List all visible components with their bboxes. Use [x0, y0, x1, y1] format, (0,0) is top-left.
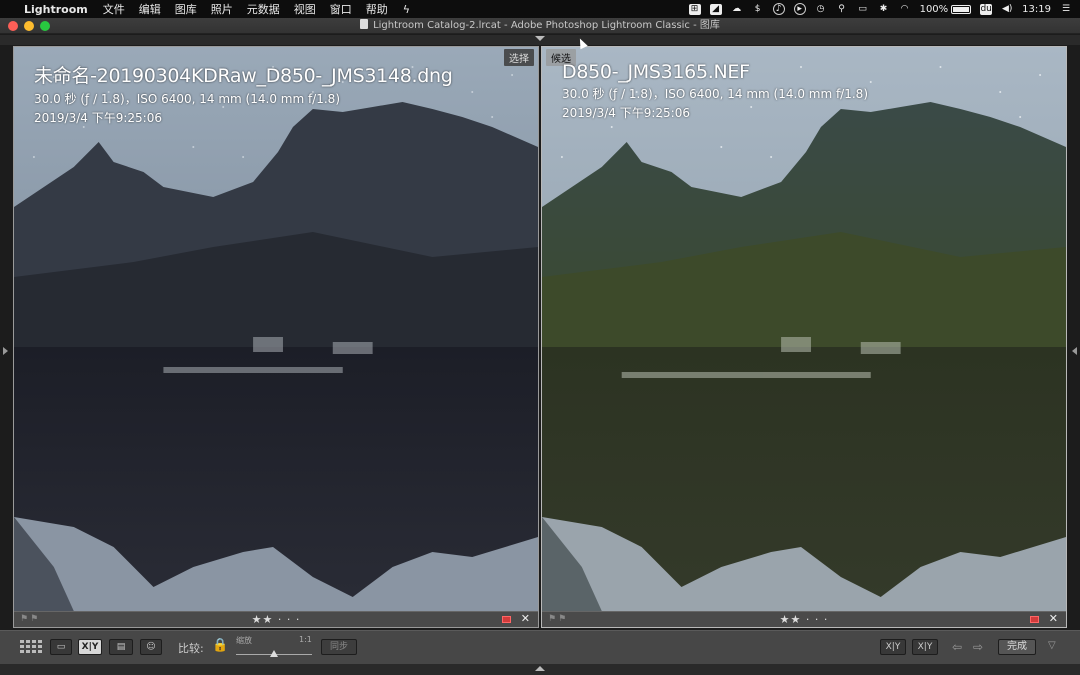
app-icon[interactable]: ◢ [709, 3, 722, 15]
menu-metadata[interactable]: 元数据 [240, 1, 287, 17]
lock-icon[interactable]: 🔒 [212, 638, 228, 653]
capture-time-select: 2019/3/4 下午9:25:06 [34, 111, 162, 125]
bluetooth-icon[interactable]: ✱ [878, 4, 890, 15]
notification-center-icon[interactable]: ☰ [1060, 4, 1072, 15]
window-title: Lightroom Catalog-2.lrcat - Adobe Photos… [373, 20, 720, 31]
menu-clock[interactable]: 13:19 [1022, 4, 1051, 15]
make-select-button[interactable]: X|Y [912, 639, 938, 655]
cloud-icon[interactable]: ☁ [731, 4, 743, 15]
filename-select: 未命名-20190304KDRaw_D850-_JMS3148.dng [34, 65, 453, 87]
compare-view-icon[interactable]: X|Y [78, 639, 102, 655]
wifi-icon[interactable]: ◠ [899, 4, 911, 15]
grid-view-icon[interactable] [20, 640, 42, 654]
arrow-right-icon[interactable]: ⇨ [973, 640, 983, 654]
right-panel-toggle-icon[interactable] [1072, 347, 1077, 355]
top-panel-toggle[interactable] [0, 35, 1080, 45]
battery-status[interactable]: 100% [920, 4, 972, 15]
menu-library[interactable]: 图库 [168, 1, 204, 17]
chevron-down-icon[interactable]: ▽ [1048, 640, 1056, 651]
airplay-icon[interactable]: ▭ [857, 4, 869, 15]
star-rating-filled: ★★ [251, 613, 274, 626]
menu-bar: Lightroom 文件 编辑 图库 照片 元数据 视图 窗口 帮助 ϟ ⊞ ◢… [0, 0, 1080, 18]
time-machine-icon[interactable]: ◷ [815, 4, 827, 15]
menu-photo[interactable]: 照片 [204, 1, 240, 17]
library-toolbar: ▭ X|Y ▤ ☺ 比较: 🔒 缩放 1:1 同步 X|Y X|Y ⇦ ⇨ 完成… [0, 630, 1080, 664]
star-rating-empty: · · · [805, 613, 829, 626]
compare-label: 比较: [178, 642, 204, 655]
volume-icon[interactable]: ◀) [1001, 4, 1013, 15]
left-panel-toggle-icon[interactable] [3, 347, 8, 355]
photo-info-overlay-candidate: D850-_JMS3165.NEF 30.0 秒 (ƒ / 1.8)，ISO 6… [562, 61, 868, 121]
document-icon [360, 19, 369, 29]
menu-app-name[interactable]: Lightroom [20, 3, 96, 16]
play-icon[interactable]: ▸ [793, 3, 806, 15]
dictionary-icon[interactable]: du [980, 3, 993, 15]
triangle-down-icon [535, 36, 545, 41]
pane-info-bar-select: ⚑⚑ ★★ · · · ✕ [14, 611, 538, 627]
status-tray: ⊞ ◢ ☁ $ ♪ ▸ ◷ ⚲ ▭ ✱ ◠ 100% du ◀) 13:19 ☰ [688, 0, 1072, 18]
menu-help[interactable]: 帮助 [359, 1, 395, 17]
star-rating-select[interactable]: ★★ · · · [14, 613, 538, 626]
photo-candidate[interactable] [542, 47, 1066, 611]
photo-select-image [14, 47, 538, 611]
exposure-info-select: 30.0 秒 (ƒ / 1.8)，ISO 6400, 14 mm (14.0 m… [34, 92, 340, 106]
battery-icon [951, 4, 972, 14]
swap-photos-button[interactable]: X|Y [880, 639, 906, 655]
people-view-icon[interactable]: ☺ [140, 639, 162, 655]
photo-info-overlay-select: 未命名-20190304KDRaw_D850-_JMS3148.dng 30.0… [34, 61, 453, 126]
music-icon[interactable]: ♪ [772, 3, 785, 15]
close-window-button[interactable] [8, 21, 18, 31]
star-rating-filled: ★★ [779, 613, 802, 626]
battery-percent: 100% [919, 3, 949, 15]
zoom-slider-thumb[interactable] [270, 650, 278, 657]
done-button[interactable]: 完成 [998, 639, 1036, 655]
zoom-slider[interactable] [236, 650, 312, 658]
close-icon[interactable]: ✕ [521, 612, 530, 625]
input-method-icon[interactable]: ⊞ [688, 3, 701, 15]
minimize-window-button[interactable] [24, 21, 34, 31]
color-label-red-icon[interactable] [1030, 616, 1039, 623]
sync-button[interactable]: 同步 [321, 639, 357, 655]
menu-view[interactable]: 视图 [287, 1, 323, 17]
maximize-window-button[interactable] [40, 21, 50, 31]
color-label-red-icon[interactable] [502, 616, 511, 623]
capture-time-candidate: 2019/3/4 下午9:25:06 [562, 106, 690, 120]
triangle-up-icon [535, 666, 545, 671]
menu-edit[interactable]: 编辑 [132, 1, 168, 17]
arrow-left-icon[interactable]: ⇦ [952, 640, 962, 654]
menu-file[interactable]: 文件 [96, 1, 132, 17]
bolt-icon[interactable]: ϟ [395, 3, 418, 16]
photo-select[interactable] [14, 47, 538, 611]
exposure-info-candidate: 30.0 秒 (ƒ / 1.8)，ISO 6400, 14 mm (14.0 m… [562, 87, 868, 101]
search-icon[interactable]: ⚲ [836, 4, 848, 15]
window-title-bar: Lightroom Catalog-2.lrcat - Adobe Photos… [0, 18, 1080, 34]
survey-view-icon[interactable]: ▤ [109, 639, 133, 655]
loupe-view-icon[interactable]: ▭ [50, 639, 72, 655]
filename-candidate: D850-_JMS3165.NEF [562, 61, 750, 83]
compare-pane-candidate[interactable]: 候选 D850-_JMS3165.NEF 30.0 秒 (ƒ / 1.8)，IS… [541, 46, 1067, 628]
zoom-ratio: 1:1 [299, 635, 312, 644]
menu-window[interactable]: 窗口 [323, 1, 359, 17]
star-rating-candidate[interactable]: ★★ · · · [542, 613, 1066, 626]
compare-pane-select[interactable]: 选择 未命名-20190304KDRaw_D850-_JMS3148.dng 3… [13, 46, 539, 628]
close-icon[interactable]: ✕ [1049, 612, 1058, 625]
zoom-label: 缩放 [236, 636, 252, 645]
pane-info-bar-candidate: ⚑⚑ ★★ · · · ✕ [542, 611, 1066, 627]
filmstrip-toggle[interactable] [0, 664, 1080, 675]
photo-candidate-image [542, 47, 1066, 611]
star-rating-empty: · · · [277, 613, 301, 626]
select-tag: 选择 [504, 49, 534, 66]
dollar-icon[interactable]: $ [752, 4, 764, 15]
